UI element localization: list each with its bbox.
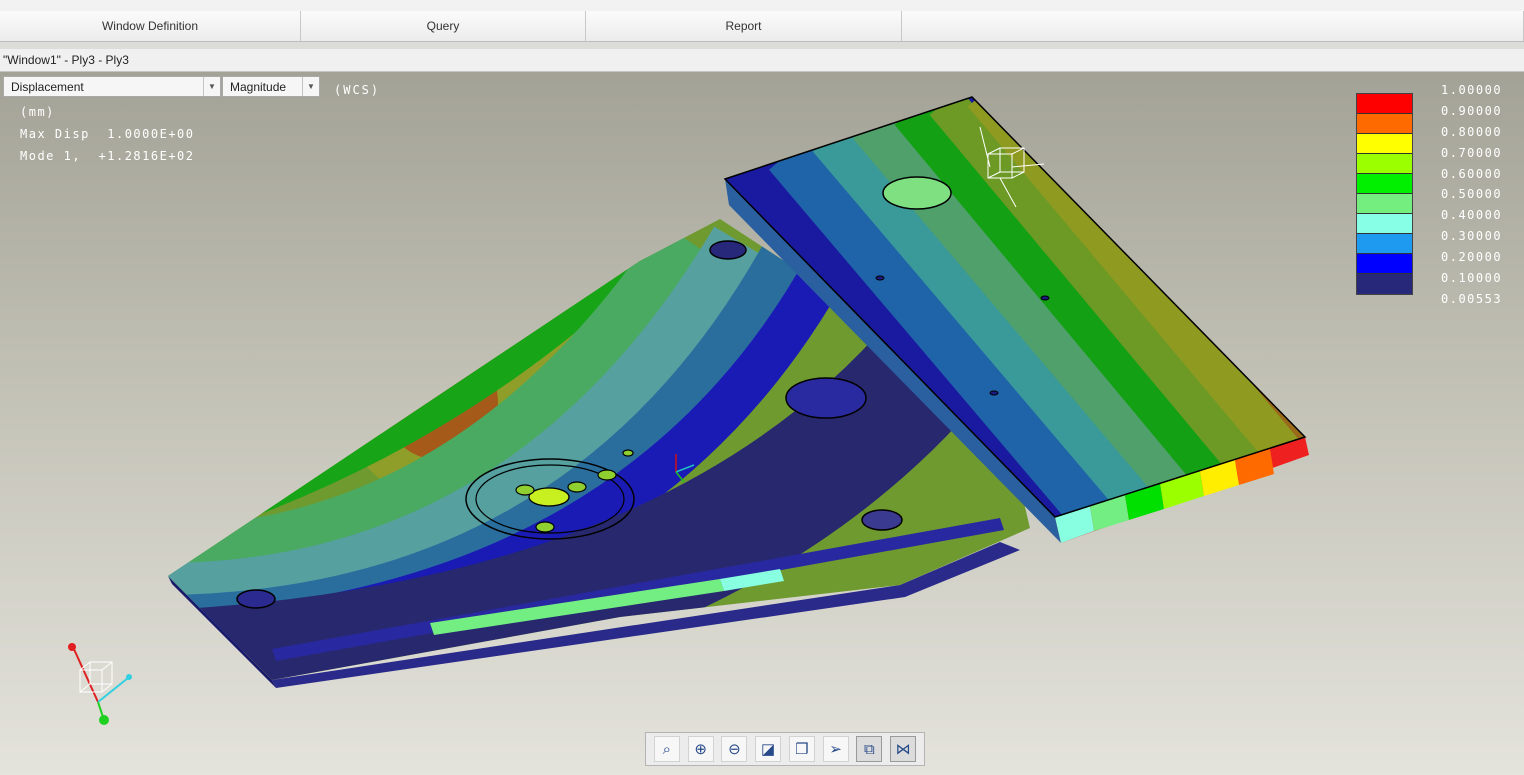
component-dropdown[interactable]: Magnitude ▼ xyxy=(222,76,320,97)
zoom-in-icon: ⊕ xyxy=(694,741,707,758)
legend-value: 0.10000 xyxy=(1441,271,1503,286)
base-hole xyxy=(709,240,747,260)
legend-swatch xyxy=(1357,114,1412,134)
hub-bolt xyxy=(597,469,617,481)
legend-swatch xyxy=(1357,154,1412,174)
repaint-icon: ◪ xyxy=(761,741,776,758)
zoom-in-button[interactable]: ⊕ xyxy=(687,736,714,762)
quantity-dropdown[interactable]: Displacement ▼ xyxy=(3,76,221,97)
legend-values: 1.00000 0.90000 0.80000 0.70000 0.60000 0.500… xyxy=(1441,83,1502,313)
mode-label: Mode 1, +1.2816E+02 xyxy=(20,149,195,163)
legend-swatch xyxy=(1357,134,1412,154)
legend-swatch xyxy=(1357,194,1412,214)
ribbon-group-bar: Window Definition Query Report xyxy=(0,11,1524,42)
repaint-button[interactable]: ◪ xyxy=(755,736,782,762)
legend-value: 0.90000 xyxy=(1441,103,1503,118)
plate-hole xyxy=(875,275,885,281)
units-label: (mm) xyxy=(20,105,55,119)
legend-value: 0.40000 xyxy=(1441,208,1503,223)
spin-center-button[interactable]: ➢ xyxy=(822,736,849,762)
legend-swatch xyxy=(1357,274,1412,294)
legend-swatch xyxy=(1357,214,1412,234)
quantity-value: Displacement xyxy=(11,79,84,94)
graphics-viewport[interactable]: Displacement ▼ Magnitude ▼ (WCS) (mm) Ma… xyxy=(0,72,1524,775)
legend-value: 0.00553 xyxy=(1441,291,1503,306)
hub-bolt xyxy=(515,484,535,496)
refit-icon: ⌕ xyxy=(662,740,672,758)
fem-result-model xyxy=(68,96,1309,725)
chevron-down-icon[interactable]: ▼ xyxy=(203,77,220,96)
hub-bolt xyxy=(567,481,587,493)
chevron-down-icon[interactable]: ▼ xyxy=(302,77,319,96)
legend-swatch xyxy=(1357,234,1412,254)
plate-hole xyxy=(882,176,952,210)
hub-bolt xyxy=(622,449,634,457)
max-disp-label: Max Disp 1.0000E+00 xyxy=(20,127,195,141)
legend-value: 0.70000 xyxy=(1441,145,1503,160)
base-hole xyxy=(785,377,867,419)
legend-value: 0.50000 xyxy=(1441,187,1503,202)
plate-hole xyxy=(989,390,999,396)
legend-value: 0.80000 xyxy=(1441,124,1503,139)
legend-value: 0.60000 xyxy=(1441,166,1503,181)
base-hole xyxy=(861,509,903,531)
legend-swatch xyxy=(1357,94,1412,114)
view-toolbar: ⌕ ⊕ ⊖ ◪ ❐ ➢ ⧉ ⋈ xyxy=(645,732,925,766)
spin-center-icon: ➢ xyxy=(829,741,842,758)
legend-swatch xyxy=(1357,254,1412,274)
plate-hole xyxy=(1040,295,1050,301)
saved-views-button[interactable]: ❐ xyxy=(788,736,815,762)
hub-boss xyxy=(528,487,570,507)
legend-value: 1.00000 xyxy=(1441,83,1503,97)
ribbon-group-window-definition[interactable]: Window Definition xyxy=(0,11,301,41)
datum-display-button[interactable]: ⋈ xyxy=(890,736,917,762)
zoom-out-icon: ⊖ xyxy=(728,741,741,758)
saved-views-icon: ❐ xyxy=(795,741,809,758)
display-style-icon: ⧉ xyxy=(864,740,875,758)
ribbon-group-query[interactable]: Query xyxy=(301,11,586,41)
legend-value: 0.30000 xyxy=(1441,229,1503,244)
hub-bolt xyxy=(535,521,555,533)
ribbon-group-report[interactable]: Report xyxy=(586,11,902,41)
datum-display-icon: ⋈ xyxy=(895,741,911,758)
refit-button[interactable]: ⌕ xyxy=(653,736,680,762)
csys-label: (WCS) xyxy=(334,83,381,97)
global-triad xyxy=(68,643,132,725)
window-title: "Window1" - Ply3 - Ply3 xyxy=(0,49,1524,72)
base-hole xyxy=(236,589,276,609)
legend-swatch xyxy=(1357,174,1412,194)
component-value: Magnitude xyxy=(230,79,287,94)
legend-value: 0.20000 xyxy=(1441,250,1503,265)
zoom-out-button[interactable]: ⊖ xyxy=(721,736,748,762)
ribbon-group-empty xyxy=(902,11,1524,41)
color-legend xyxy=(1356,93,1413,295)
display-style-button[interactable]: ⧉ xyxy=(856,736,883,762)
